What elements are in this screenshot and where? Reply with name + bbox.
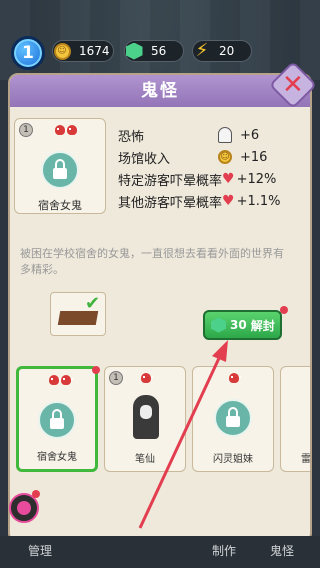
tab-make[interactable]: 制作 (212, 542, 236, 559)
gem-value: 56 (151, 44, 167, 58)
status-bar: 1 ☺ 1674 56 ⚡ 20 (0, 30, 320, 70)
list-item[interactable]: 1 笔仙 (104, 366, 186, 472)
checkmark-icon: ✔ (85, 293, 101, 314)
stat-row-fear: 恐怖 +6 (118, 124, 308, 146)
notification-dot (92, 366, 100, 374)
bed-requirement[interactable]: ✔ (50, 292, 106, 336)
lock-icon (38, 401, 76, 439)
skull-rating (229, 373, 241, 383)
ghost-icon (218, 127, 240, 143)
stat-row-other-faint: 其他游客吓晕概率 ♥ +1.1% (118, 190, 308, 212)
coin-icon: ☺ (51, 40, 73, 62)
character-card[interactable]: 1 宿舍女鬼 (14, 118, 106, 214)
ghost-figure-icon (133, 395, 159, 439)
skull-rating (141, 373, 153, 383)
character-level-badge: 1 (19, 123, 33, 137)
list-item-level-badge: 1 (109, 371, 123, 385)
coin-counter[interactable]: ☺ 1674 (52, 40, 114, 62)
bug-icon (17, 501, 31, 515)
list-item-name: 闪灵姐妹 (213, 454, 253, 465)
energy-counter[interactable]: ⚡ 20 (192, 40, 252, 62)
list-item-name: 雷 (301, 454, 310, 465)
skull-icon (141, 373, 153, 383)
unlock-label: 解封 (250, 318, 275, 333)
list-item[interactable]: 宿舍女鬼 (16, 366, 98, 472)
list-item[interactable]: 雷 (280, 366, 310, 472)
tab-manage[interactable]: 管理 (28, 542, 52, 559)
notification-dot (280, 306, 288, 314)
coin-icon: ☺ (218, 150, 240, 164)
unlock-cost: 30 (230, 318, 247, 332)
list-item-name: 宿舍女鬼 (37, 452, 77, 463)
lightning-icon: ⚡ (195, 40, 209, 61)
stat-label: 恐怖 (118, 129, 145, 145)
stat-value: +12% (236, 171, 277, 187)
character-description: 被困在学校宿舍的女鬼，一直很想去看看外面的世界有多精彩。 (20, 247, 284, 276)
unlock-button[interactable]: 30 解封 (203, 310, 282, 340)
bottom-nav: 管理 制作 鬼怪 (0, 536, 320, 568)
coin-value: 1674 (79, 44, 110, 58)
character-name: 宿舍女鬼 (38, 199, 82, 212)
stat-label: 特定游客吓晕概率 (118, 173, 223, 189)
stat-label: 场馆收入 (118, 151, 171, 167)
tab-ghost[interactable]: 鬼怪 (270, 542, 294, 559)
heart-icon: ♥ (222, 171, 235, 187)
gem-icon (123, 40, 145, 62)
skull-icon (61, 375, 73, 385)
list-item[interactable]: 闪灵姐妹 (192, 366, 274, 472)
stat-value: +16 (240, 149, 268, 165)
list-item-name: 笔仙 (135, 454, 155, 465)
close-icon: ✕ (282, 69, 304, 100)
skull-icon (67, 125, 79, 135)
panel-title: 鬼怪 (10, 75, 310, 107)
stat-value: +6 (240, 127, 260, 143)
skull-rating (55, 125, 79, 135)
character-list[interactable]: 宿舍女鬼 1 笔仙 闪灵姐妹 雷 (10, 362, 310, 480)
heart-icon: ♥ (222, 193, 235, 209)
character-stats: 恐怖 +6 场馆收入 ☺ +16 特定游客吓晕概率 ♥ +12% 其他游客吓晕概… (118, 124, 308, 212)
stat-label: 其他游客吓晕概率 (118, 195, 223, 211)
skull-icon (49, 375, 61, 385)
stat-row-specific-faint: 特定游客吓晕概率 ♥ +12% (118, 168, 308, 190)
stat-row-income: 场馆收入 ☺ +16 (118, 146, 308, 168)
skull-icon (229, 373, 241, 383)
lock-icon (214, 399, 252, 437)
gem-icon (211, 317, 226, 333)
skull-icon (55, 125, 67, 135)
player-level-badge[interactable]: 1 (11, 36, 45, 70)
lock-icon (41, 151, 79, 189)
stat-value: +1.1% (236, 193, 281, 209)
gem-counter[interactable]: 56 (124, 40, 184, 62)
energy-value: 20 (219, 44, 235, 58)
skull-rating (49, 375, 73, 385)
notification-dot (32, 490, 40, 498)
